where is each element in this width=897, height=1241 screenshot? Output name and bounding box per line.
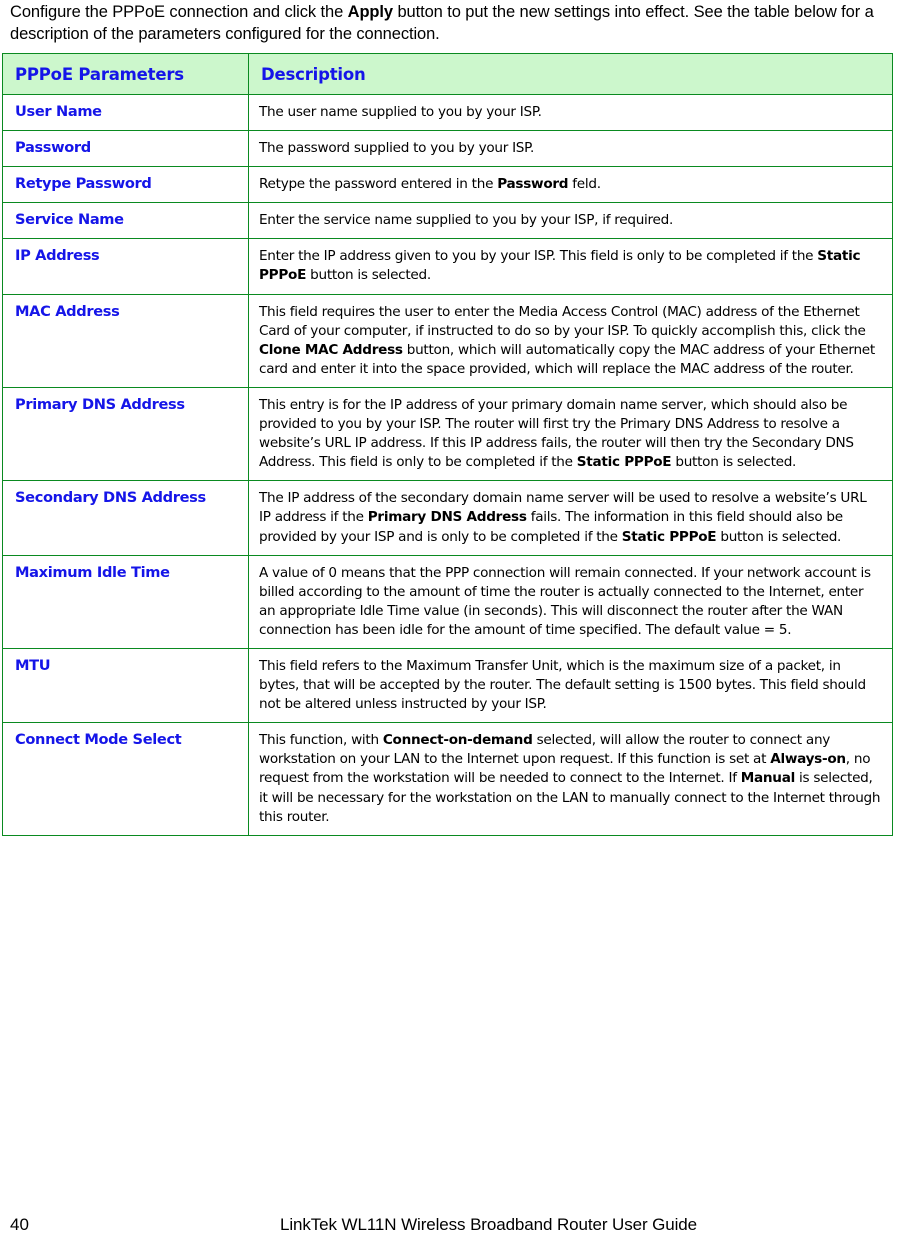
description-cell: This function, with Connect-on-demand se… bbox=[248, 722, 893, 836]
parameter-label: Retype Password bbox=[15, 175, 152, 193]
parameter-description: The password supplied to you by your ISP… bbox=[259, 140, 534, 157]
parameter-cell: Secondary DNS Address bbox=[2, 480, 249, 556]
parameter-description: Enter the IP address given to you by you… bbox=[259, 248, 861, 284]
parameter-description: This entry is for the IP address of your… bbox=[259, 396, 854, 471]
parameter-description: This field requires the user to enter th… bbox=[259, 303, 875, 377]
parameter-description: A value of 0 means that the PPP connecti… bbox=[259, 564, 871, 638]
table-row: Retype Password Retype the password enter… bbox=[2, 166, 893, 204]
parameter-label: User Name bbox=[15, 103, 102, 120]
description-cell: The password supplied to you by your ISP… bbox=[248, 130, 893, 168]
page-footer: 40 LinkTek WL11N Wireless Broadband Rout… bbox=[0, 1215, 897, 1241]
table-row: Maximum Idle Time A value of 0 means that… bbox=[2, 554, 893, 649]
description-cell: This field requires the user to enter th… bbox=[248, 293, 893, 388]
table-row: MTU This field refers to the Maximum Tran… bbox=[2, 647, 893, 724]
parameter-label: Maximum Idle Time bbox=[15, 563, 170, 581]
table-row: MAC Address This field requires the user … bbox=[2, 293, 893, 388]
parameter-label: Primary DNS Address bbox=[15, 395, 185, 413]
apply-button-mention: Apply bbox=[347, 3, 393, 21]
parameter-cell: Connect Mode Select bbox=[2, 722, 249, 836]
parameter-cell: MAC Address bbox=[2, 293, 249, 388]
parameter-description: Enter the service name supplied to you b… bbox=[259, 212, 674, 229]
footer-document-title: LinkTek WL11N Wireless Broadband Router … bbox=[279, 1215, 698, 1234]
parameter-cell: IP Address bbox=[2, 238, 249, 295]
table-row: Primary DNS Address This entry is for the… bbox=[2, 386, 893, 482]
parameter-description: This function, with Connect-on-demand se… bbox=[259, 732, 881, 825]
parameter-cell: Retype Password bbox=[2, 166, 249, 204]
parameter-description: This field refers to the Maximum Transfe… bbox=[259, 657, 866, 713]
header-cell-parameter: PPPoE Parameters bbox=[2, 53, 249, 95]
parameter-cell: User Name bbox=[2, 93, 249, 132]
table-header-row: PPPoE Parameters Description bbox=[2, 53, 893, 95]
intro-line-1-post: button to put the new settings into effe… bbox=[392, 3, 690, 21]
intro-paragraph: Configure the PPPoE connection and click… bbox=[10, 2, 890, 45]
table-row: Connect Mode Select This function, with C… bbox=[2, 722, 893, 836]
parameter-label: Connect Mode Select bbox=[15, 731, 182, 749]
table-row: User Name The user name supplied to you b… bbox=[2, 93, 893, 132]
parameter-cell: Maximum Idle Time bbox=[2, 554, 249, 649]
intro-line-1: Configure the PPPoE connection and click… bbox=[10, 3, 689, 21]
description-cell: Enter the IP address given to you by you… bbox=[248, 238, 893, 295]
table-row: IP Address Enter the IP address given to … bbox=[2, 238, 893, 295]
header-label-parameter: PPPoE Parameters bbox=[15, 65, 184, 84]
description-cell: Enter the service name supplied to you b… bbox=[248, 202, 893, 240]
table-body: PPPoE Parameters Description User Name Th… bbox=[2, 53, 893, 836]
parameter-description: The user name supplied to you by your IS… bbox=[259, 104, 542, 120]
parameter-label: Password bbox=[15, 139, 91, 157]
parameter-description: The IP address of the secondary domain n… bbox=[259, 490, 867, 545]
description-cell: Retype the password entered in the Passw… bbox=[248, 166, 893, 204]
parameter-description: Retype the password entered in the Passw… bbox=[259, 176, 601, 193]
parameter-cell: Password bbox=[2, 130, 249, 168]
table-row: Service Name Enter the service name suppl… bbox=[2, 202, 893, 240]
table-row: Secondary DNS Address The IP address of t… bbox=[2, 480, 893, 556]
description-cell: A value of 0 means that the PPP connecti… bbox=[248, 554, 893, 649]
description-cell: The user name supplied to you by your IS… bbox=[248, 93, 893, 132]
description-cell: This field refers to the Maximum Transfe… bbox=[248, 647, 893, 724]
parameter-label: IP Address bbox=[15, 247, 100, 265]
parameter-label: MAC Address bbox=[15, 302, 120, 320]
parameter-label: Service Name bbox=[15, 211, 124, 229]
description-cell: This entry is for the IP address of your… bbox=[248, 386, 893, 482]
parameter-label: MTU bbox=[15, 656, 51, 674]
header-label-description: Description bbox=[261, 65, 366, 84]
parameter-cell: Primary DNS Address bbox=[2, 386, 249, 482]
parameter-cell: Service Name bbox=[2, 202, 249, 240]
header-cell-description: Description bbox=[248, 53, 893, 95]
parameter-cell: MTU bbox=[2, 647, 249, 724]
parameter-label: Secondary DNS Address bbox=[15, 489, 206, 507]
description-cell: The IP address of the secondary domain n… bbox=[248, 480, 893, 556]
pppoe-parameters-table: PPPoE Parameters Description User Name Th… bbox=[2, 53, 893, 836]
table-row: Password The password supplied to you by … bbox=[2, 130, 893, 168]
intro-line-1-pre: Configure the PPPoE connection and click… bbox=[10, 3, 348, 21]
